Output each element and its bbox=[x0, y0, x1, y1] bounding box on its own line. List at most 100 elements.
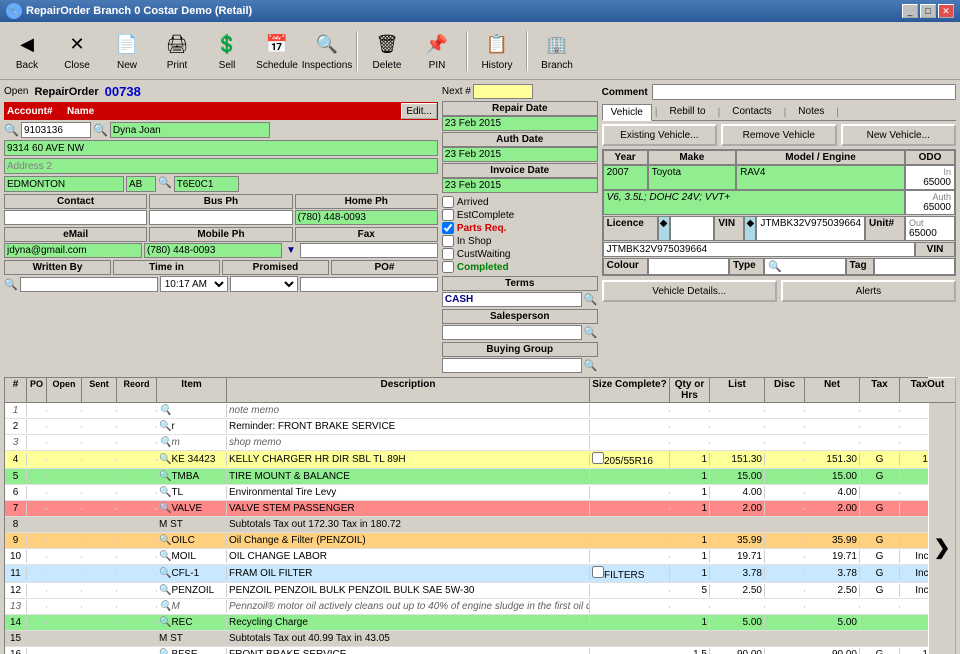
pin-button[interactable]: 📌 PIN bbox=[414, 26, 460, 76]
search-icon-account[interactable]: 🔍 bbox=[4, 123, 19, 137]
tag-input-cell[interactable] bbox=[874, 258, 955, 275]
existing-vehicle-button[interactable]: Existing Vehicle... bbox=[602, 124, 717, 146]
time-in-select[interactable]: 10:17 AM bbox=[160, 276, 228, 292]
close-tool-button[interactable]: ✕ Close bbox=[54, 26, 100, 76]
colour-input-cell[interactable] bbox=[648, 258, 729, 275]
type-input-cell[interactable]: 🔍 bbox=[764, 258, 845, 275]
branch-button[interactable]: 🏢 Branch bbox=[534, 26, 580, 76]
table-row[interactable]: 5 🔍TMBA TIRE MOUNT & BALANCE 1 15.00 15.… bbox=[5, 469, 955, 485]
vehicle-details-button[interactable]: Vehicle Details... bbox=[602, 280, 777, 302]
terms-search-icon[interactable]: 🔍 bbox=[584, 293, 598, 306]
table-row[interactable]: 12 🔍PENZOIL PENZOIL PENZOIL BULK PENZOIL… bbox=[5, 583, 955, 599]
print-button[interactable]: 🖨 Print bbox=[154, 26, 200, 76]
comment-input[interactable] bbox=[652, 84, 956, 100]
delete-button[interactable]: 🗑 Delete bbox=[364, 26, 410, 76]
search-icon[interactable]: 🔍 bbox=[159, 551, 171, 562]
sell-button[interactable]: 💲 Sell bbox=[204, 26, 250, 76]
close-button[interactable]: ✕ bbox=[938, 4, 954, 18]
postal-input[interactable] bbox=[174, 176, 239, 192]
promised-select[interactable] bbox=[230, 276, 298, 292]
type-search-icon[interactable]: 🔍 bbox=[768, 260, 782, 273]
vehicle-tab[interactable]: Vehicle bbox=[602, 104, 652, 121]
schedule-button[interactable]: 📅 Schedule bbox=[254, 26, 300, 76]
maximize-button[interactable]: □ bbox=[920, 4, 936, 18]
table-row[interactable]: 10 🔍MOIL OIL CHANGE LABOR 1 19.71 19.71 … bbox=[5, 549, 955, 565]
arrived-checkbox[interactable] bbox=[442, 196, 454, 208]
licence-input-cell[interactable] bbox=[670, 216, 715, 241]
written-by-input[interactable] bbox=[20, 277, 158, 292]
in-shop-checkbox[interactable] bbox=[442, 235, 454, 247]
new-button[interactable]: 📄 New bbox=[104, 26, 150, 76]
table-row[interactable]: 15 M ST Subtotals Tax out 40.99 Tax in 4… bbox=[5, 631, 955, 647]
repair-date-input[interactable] bbox=[442, 116, 598, 131]
cust-waiting-checkbox[interactable] bbox=[442, 248, 454, 260]
remove-vehicle-button[interactable]: Remove Vehicle bbox=[721, 124, 836, 146]
buying-group-input[interactable] bbox=[442, 358, 582, 373]
home-ph-input[interactable] bbox=[295, 210, 438, 225]
province-input[interactable] bbox=[126, 176, 156, 192]
customer-name-input[interactable] bbox=[110, 122, 270, 138]
est-complete-checkbox[interactable] bbox=[442, 209, 454, 221]
search-icon[interactable]: 🔍 bbox=[159, 471, 171, 482]
search-icon[interactable]: 🔍 bbox=[159, 535, 171, 546]
table-row[interactable]: 13 🔍M Pennzoil® motor oil actively clean… bbox=[5, 599, 955, 615]
city-input[interactable] bbox=[4, 176, 124, 192]
contacts-tab[interactable]: Contacts bbox=[723, 103, 780, 120]
search-icon-name[interactable]: 🔍 bbox=[93, 123, 108, 137]
search-icon[interactable]: 🔍 bbox=[159, 585, 171, 596]
next-hash-input[interactable] bbox=[473, 84, 533, 99]
salesperson-search-icon[interactable]: 🔍 bbox=[584, 326, 598, 339]
notes-tab[interactable]: Notes bbox=[789, 103, 833, 120]
parts-req-checkbox[interactable] bbox=[442, 222, 454, 234]
fax-input[interactable] bbox=[300, 243, 438, 258]
search-icon[interactable]: 🔍 bbox=[159, 454, 171, 465]
search-icon[interactable]: 🔍 bbox=[159, 487, 171, 498]
search-icon[interactable]: 🔍 bbox=[159, 503, 171, 514]
new-vehicle-button[interactable]: New Vehicle... bbox=[841, 124, 956, 146]
licence-input[interactable] bbox=[674, 218, 711, 232]
table-row[interactable]: 7 🔍VALVE VALVE STEM PASSENGER 1 2.00 2.0… bbox=[5, 501, 955, 517]
account-number-input[interactable] bbox=[21, 122, 91, 138]
table-row[interactable]: 6 🔍TL Environmental Tire Levy 1 4.00 4.0… bbox=[5, 485, 955, 501]
extra-tab[interactable] bbox=[842, 114, 860, 120]
bus-ph-input[interactable] bbox=[149, 210, 292, 225]
search-icon-postal[interactable]: 🔍 bbox=[158, 176, 172, 192]
table-row[interactable]: 14 🔍REC Recycling Charge 1 5.00 5.00 5.0… bbox=[5, 615, 955, 631]
auth-date-input[interactable] bbox=[442, 147, 598, 162]
back-button[interactable]: ◀ Back bbox=[4, 26, 50, 76]
po-input[interactable] bbox=[300, 277, 438, 292]
alerts-button[interactable]: Alerts bbox=[781, 280, 956, 302]
search-icon[interactable]: 🔍 bbox=[159, 568, 171, 579]
rebill-to-tab[interactable]: Rebill to bbox=[660, 103, 714, 120]
search-icon[interactable]: 🔍 bbox=[159, 649, 171, 654]
contact-input[interactable] bbox=[4, 210, 147, 225]
search-icon[interactable]: 🔍 bbox=[159, 421, 171, 432]
table-row[interactable]: 2 🔍r Reminder: FRONT BRAKE SERVICE bbox=[5, 419, 955, 435]
table-row[interactable]: 1 🔍 note memo bbox=[5, 403, 955, 419]
salesperson-input[interactable] bbox=[442, 325, 582, 340]
address2-input[interactable] bbox=[4, 158, 438, 174]
edit-button[interactable]: Edit... bbox=[401, 103, 437, 119]
terms-input[interactable] bbox=[442, 292, 582, 307]
search-icon[interactable]: 🔍 bbox=[159, 437, 171, 448]
table-row[interactable]: 11 🔍CFL-1 FRAM OIL FILTER FILTERS 1 3.78… bbox=[5, 565, 955, 583]
search-icon-written[interactable]: 🔍 bbox=[4, 278, 18, 291]
table-row[interactable]: 3 🔍m shop memo bbox=[5, 435, 955, 451]
invoice-date-input[interactable] bbox=[442, 178, 598, 193]
search-icon[interactable]: 🔍 bbox=[159, 405, 171, 416]
table-row[interactable]: 9 🔍OILC Oil Change & Filter (PENZOIL) 1 … bbox=[5, 533, 955, 549]
minimize-button[interactable]: _ bbox=[902, 4, 918, 18]
email-input[interactable] bbox=[4, 243, 142, 258]
history-button[interactable]: 📋 History bbox=[474, 26, 520, 76]
buying-group-search-icon[interactable]: 🔍 bbox=[584, 359, 598, 372]
inspections-button[interactable]: 🔍 Inspections bbox=[304, 26, 350, 76]
table-row[interactable]: 16 🔍BFSE FRONT BRAKE SERVICE 1.5 90.00 9… bbox=[5, 647, 955, 654]
table-row[interactable]: 8 M ST Subtotals Tax out 172.30 Tax in 1… bbox=[5, 517, 955, 533]
search-icon[interactable]: 🔍 bbox=[159, 601, 171, 612]
right-nav-arrow[interactable]: ❯ bbox=[928, 377, 956, 654]
mobile-ph-input[interactable] bbox=[144, 243, 282, 258]
table-row[interactable]: 4 🔍KE 34423 KELLY CHARGER HR DIR SBL TL … bbox=[5, 451, 955, 469]
search-icon[interactable]: 🔍 bbox=[159, 617, 171, 628]
address1-input[interactable] bbox=[4, 140, 438, 156]
completed-checkbox[interactable] bbox=[442, 261, 454, 273]
